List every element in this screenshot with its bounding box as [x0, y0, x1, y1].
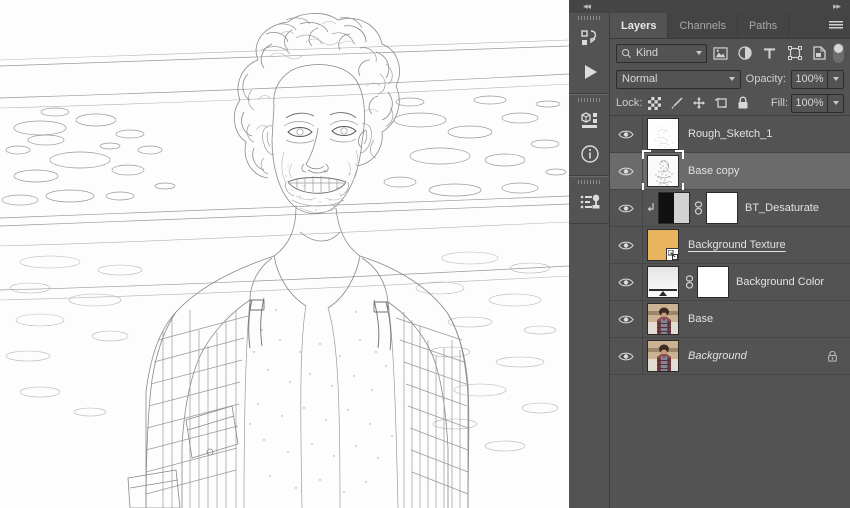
layer-visibility-eye-icon[interactable]	[610, 301, 643, 337]
tab-paths[interactable]: Paths	[737, 13, 790, 38]
libraries-icon[interactable]	[569, 185, 610, 219]
info-icon[interactable]	[569, 137, 610, 171]
table-row[interactable]: Base copy	[610, 150, 850, 192]
link-mask-icon[interactable]	[681, 275, 697, 289]
tab-channels[interactable]: Channels	[668, 13, 738, 38]
layer-filter-row: Kind	[610, 39, 850, 67]
blend-mode-value: Normal	[622, 73, 658, 85]
layer-thumbnail[interactable]	[645, 227, 681, 263]
rail-grip-2[interactable]	[569, 95, 609, 103]
document-canvas[interactable]: .ln{fill:none;stroke:#9a9a9a;stroke-widt…	[0, 0, 569, 508]
layer-visibility-eye-icon[interactable]	[610, 190, 643, 226]
fill-stepper-chevron-icon[interactable]	[827, 93, 844, 113]
play-icon[interactable]	[569, 55, 610, 89]
filter-kind-label: Kind	[636, 47, 659, 59]
table-row[interactable]: Rough_Sketch_1	[610, 116, 850, 153]
layer-thumbnail[interactable]	[642, 150, 684, 192]
layer-list[interactable]: Rough_Sketch_1 Base copy BT_Desaturate B…	[610, 115, 850, 508]
lock-label: Lock:	[616, 97, 643, 109]
gradient-fill-thumbnail[interactable]	[647, 266, 679, 298]
filter-shape-icon[interactable]	[784, 43, 806, 63]
actions-icon[interactable]	[569, 21, 610, 55]
layer-thumbnail[interactable]	[645, 338, 681, 374]
opacity-input[interactable]: 100%	[791, 69, 827, 89]
layer-thumbnail[interactable]	[645, 116, 681, 152]
filter-type-icon[interactable]	[759, 43, 781, 63]
lock-image-pixels-icon[interactable]	[667, 94, 686, 113]
layer-visibility-eye-icon[interactable]	[610, 264, 643, 300]
magnifier-icon	[621, 48, 632, 58]
fill-input[interactable]: 100%	[791, 93, 827, 113]
filter-smartobject-icon[interactable]	[808, 43, 830, 63]
adjustment-layer-thumbnail[interactable]	[658, 192, 690, 224]
table-row[interactable]: Background Texture	[610, 227, 850, 264]
opacity-stepper-chevron-icon[interactable]	[827, 69, 844, 89]
rail-group-2	[569, 94, 609, 176]
table-row[interactable]: Background	[610, 338, 850, 375]
panel-tabs: Layers Channels Paths	[610, 13, 850, 39]
tab-layers[interactable]: Layers	[610, 13, 669, 38]
chevron-down-icon	[728, 77, 735, 81]
photo-thumbnail[interactable]	[647, 340, 679, 372]
pencil-sketch-artwork: .ln{fill:none;stroke:#9a9a9a;stroke-widt…	[0, 0, 569, 508]
layer-name[interactable]: Background Texture	[688, 239, 786, 251]
chevron-down-icon	[695, 51, 702, 55]
layer-name[interactable]: Base	[688, 313, 713, 325]
properties-icon[interactable]	[569, 103, 610, 137]
layer-name[interactable]: Background	[688, 350, 747, 362]
photoshop-window: .ln{fill:none;stroke:#9a9a9a;stroke-widt…	[0, 0, 850, 508]
hamburger-menu-icon[interactable]	[822, 13, 850, 38]
panel-titlebar: ◂◂ ▸▸	[569, 0, 850, 13]
layer-thumbnail[interactable]	[645, 301, 681, 337]
layer-name[interactable]: BT_Desaturate	[745, 202, 819, 214]
collapse-left-icon[interactable]: ◂◂	[583, 2, 591, 11]
layer-visibility-eye-icon[interactable]	[610, 153, 643, 189]
layer-thumbnail[interactable]	[645, 264, 681, 300]
blend-mode-row: Normal Opacity: 100%	[610, 67, 850, 91]
clipping-mask-arrow-icon	[643, 202, 658, 214]
table-row[interactable]: BT_Desaturate	[610, 190, 850, 227]
rail-group-1	[569, 13, 609, 94]
collapse-right-icon[interactable]: ▸▸	[833, 2, 841, 11]
layer-mask-thumbnail[interactable]	[697, 266, 729, 298]
lock-position-icon[interactable]	[689, 94, 708, 113]
filter-enable-toggle[interactable]	[833, 43, 844, 63]
layers-panel: ◂◂ ▸▸ Layers Channels Paths Kind Normal …	[569, 0, 850, 508]
blend-mode-select[interactable]: Normal	[616, 69, 741, 89]
photo-thumbnail[interactable]	[647, 303, 679, 335]
layer-name[interactable]: Base copy	[688, 165, 739, 177]
opacity-label: Opacity:	[745, 73, 786, 85]
layer-name[interactable]: Background Color	[736, 276, 824, 288]
rail-grip-3[interactable]	[569, 177, 609, 185]
filter-kind-select[interactable]: Kind	[616, 43, 707, 63]
fill-label: Fill:	[770, 97, 788, 109]
layer-visibility-eye-icon[interactable]	[610, 338, 643, 374]
filter-adjustment-icon[interactable]	[734, 43, 756, 63]
rail-grip-1[interactable]	[569, 13, 609, 21]
lock-all-icon[interactable]	[733, 94, 752, 113]
layer-locked-icon	[827, 350, 838, 363]
lock-artboard-icon[interactable]	[711, 94, 730, 113]
rail-group-3	[569, 176, 609, 224]
lock-transparent-pixels-icon[interactable]	[645, 94, 664, 113]
link-mask-icon[interactable]	[690, 201, 706, 215]
dock-icon-rail	[569, 0, 610, 508]
layer-mask-thumbnail[interactable]	[706, 192, 738, 224]
layer-visibility-eye-icon[interactable]	[610, 116, 643, 152]
smart-object-badge-icon	[666, 248, 679, 261]
filter-pixel-icon[interactable]	[710, 43, 732, 63]
table-row[interactable]: Base	[610, 301, 850, 338]
layer-visibility-eye-icon[interactable]	[610, 227, 643, 263]
table-row[interactable]: Background Color	[610, 264, 850, 301]
layer-name[interactable]: Rough_Sketch_1	[688, 128, 772, 140]
lock-row: Lock: Fill: 100%	[610, 91, 850, 115]
